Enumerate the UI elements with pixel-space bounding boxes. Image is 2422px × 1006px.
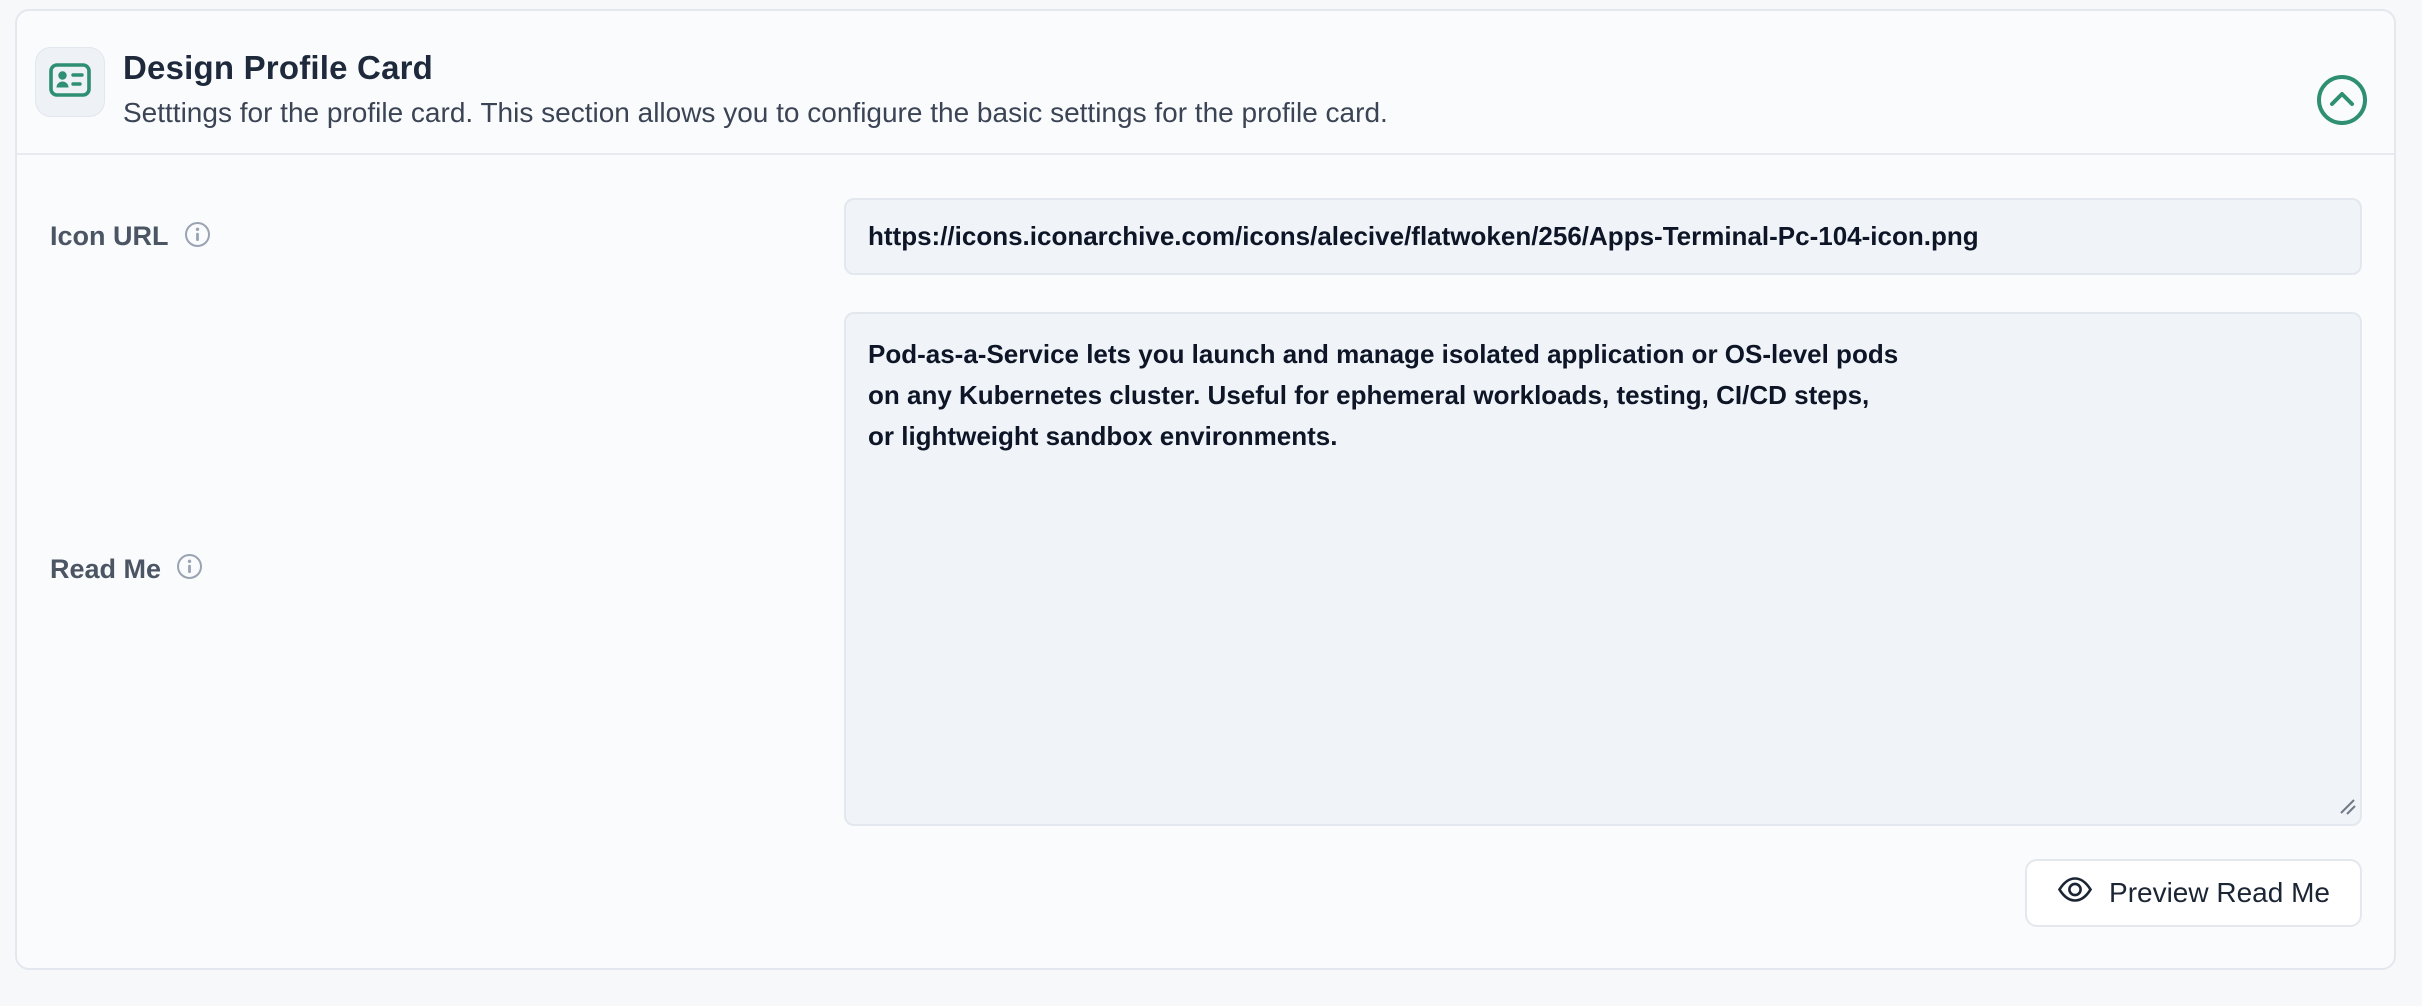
chevron-up-circle-icon — [2314, 72, 2370, 131]
icon-url-field-col — [844, 198, 2362, 275]
read-me-textarea[interactable]: Pod-as-a-Service lets you launch and man… — [844, 312, 2362, 826]
header-texts: Design Profile Card Setttings for the pr… — [123, 47, 1388, 129]
design-profile-card-section: Design Profile Card Setttings for the pr… — [15, 9, 2396, 970]
actions-row: Preview Read Me — [50, 859, 2362, 927]
read-me-row: Read Me Pod-as-a-Service lets you launch… — [50, 312, 2362, 826]
section-description: Setttings for the profile card. This sec… — [123, 97, 1388, 129]
preview-read-me-label: Preview Read Me — [2109, 877, 2330, 909]
section-title: Design Profile Card — [123, 49, 1388, 87]
icon-url-input[interactable] — [844, 198, 2362, 275]
info-icon[interactable] — [176, 553, 203, 585]
section-body: Icon URL Read Me — [17, 155, 2394, 968]
icon-url-row: Icon URL — [50, 198, 2362, 275]
read-me-label: Read Me — [50, 554, 161, 585]
eye-icon — [2057, 876, 2093, 910]
icon-url-label-group: Icon URL — [50, 221, 844, 253]
id-card-icon — [49, 63, 91, 102]
collapse-section-button[interactable] — [2314, 73, 2370, 129]
info-icon[interactable] — [184, 221, 211, 253]
read-me-label-group: Read Me — [50, 553, 844, 585]
read-me-field-col: Pod-as-a-Service lets you launch and man… — [844, 312, 2362, 826]
section-icon-chip — [35, 47, 105, 117]
read-me-textarea-wrap: Pod-as-a-Service lets you launch and man… — [844, 312, 2362, 826]
preview-read-me-button[interactable]: Preview Read Me — [2025, 859, 2362, 927]
section-header: Design Profile Card Setttings for the pr… — [17, 11, 2394, 155]
icon-url-label: Icon URL — [50, 221, 169, 252]
